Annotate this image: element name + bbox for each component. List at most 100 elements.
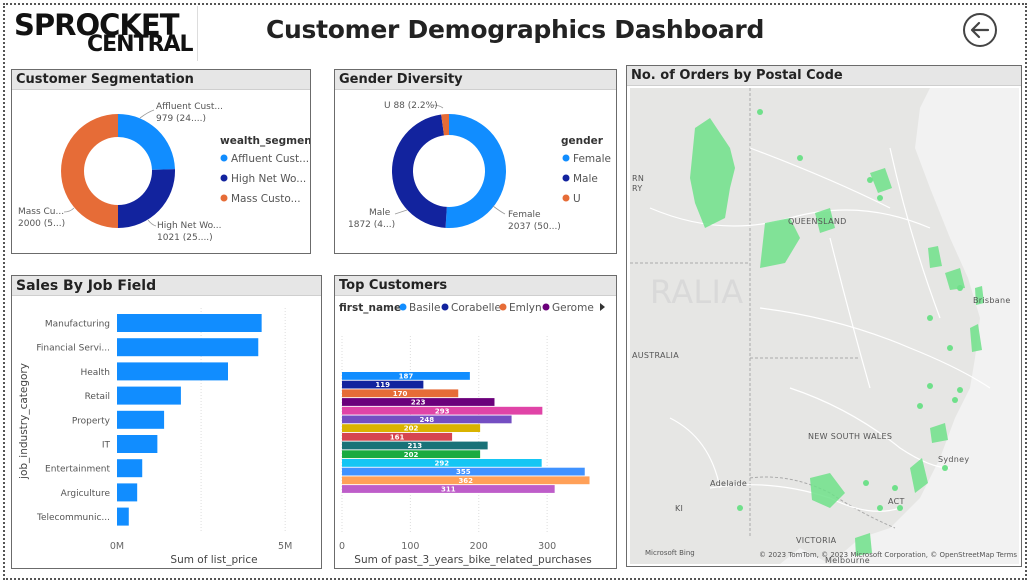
order-point-7 <box>892 485 898 491</box>
legend-item-0: Affluent Cust... <box>231 153 309 165</box>
page-title: Customer Demographics Dashboard <box>266 15 765 44</box>
act-label: ACT <box>888 497 905 506</box>
mass-value: 2000 (5...) <box>18 219 65 229</box>
top-legend-dot-3 <box>542 303 550 311</box>
job-bar-1 <box>117 338 259 357</box>
top-customer-value-1: 119 <box>375 381 390 389</box>
top-customer-value-8: 213 <box>408 442 423 450</box>
gender-diversity-card: Gender Diversity U 88 (2.2%) Male 1872 (4.… <box>334 69 617 254</box>
top-customer-value-11: 355 <box>456 468 471 476</box>
top-legend-title: first_name <box>339 302 401 314</box>
order-cluster-8 <box>930 423 948 443</box>
job-bar-3 <box>117 386 181 405</box>
order-point-11 <box>863 480 869 486</box>
job-category-label-1: Financial Servi... <box>36 344 110 354</box>
job-bar-8 <box>117 507 129 526</box>
u-label: U 88 (2.2%) <box>384 101 438 111</box>
victoria-label: VICTORIA <box>796 536 837 545</box>
order-point-3 <box>877 195 883 201</box>
gender-slice-1 <box>391 114 447 228</box>
job-category-label-3: Retail <box>85 392 110 402</box>
back-arrow-icon[interactable] <box>962 12 998 48</box>
gender-diversity-donut[interactable]: U 88 (2.2%) Male 1872 (4...) Female 2037 (50… <box>335 70 616 253</box>
brisbane-label: Brisbane <box>973 296 1011 305</box>
legend-scroll-right-icon <box>600 303 605 311</box>
gender-legend-item-0: Female <box>573 153 611 165</box>
ry-label: RY <box>632 184 643 193</box>
job-category-label-5: IT <box>102 441 111 451</box>
job-x-axis-label: Sum of list_price <box>170 554 257 566</box>
top-customer-value-4: 293 <box>435 407 450 415</box>
order-point-2 <box>867 177 873 183</box>
top-tick-3: 300 <box>538 541 556 552</box>
logo-line-2: CENTRAL <box>87 32 194 57</box>
top-tick-2: 200 <box>470 541 488 552</box>
affluent-label: Affluent Cust... <box>156 102 223 112</box>
top-tick-1: 100 <box>401 541 419 552</box>
male-value: 1872 (4...) <box>348 220 395 230</box>
job-tick-0: 0M <box>110 541 124 552</box>
job-category-label-4: Property <box>72 416 111 426</box>
job-bar-2 <box>117 362 228 381</box>
top-customer-value-3: 223 <box>411 399 426 407</box>
order-point-0 <box>757 109 763 115</box>
order-point-1 <box>797 155 803 161</box>
gender-legend-title: gender <box>561 135 604 147</box>
top-customers-chart[interactable]: first_name Basile Corabelle Emlyn Gerome 187 1… <box>335 276 616 568</box>
female-label: Female <box>508 210 541 220</box>
order-point-12 <box>877 505 883 511</box>
road-5 <box>669 417 721 489</box>
australia-label: AUSTRALIA <box>632 351 679 360</box>
job-tick-1: 5M <box>278 541 292 552</box>
legend-dot-2 <box>220 194 228 202</box>
adelaide-label: Adelaide <box>710 479 747 488</box>
top-legend-item-0: Basile <box>409 302 440 314</box>
order-point-14 <box>737 505 743 511</box>
job-category-label-2: Health <box>80 368 110 378</box>
logo-divider <box>197 6 198 61</box>
male-label: Male <box>369 208 391 218</box>
job-bar-4 <box>117 410 165 429</box>
legend-item-2: Mass Custo... <box>231 193 301 205</box>
mass-leader <box>63 207 75 213</box>
job-bar-6 <box>117 459 143 478</box>
map-copyright[interactable]: © 2023 TomTom, © 2023 Microsoft Corporat… <box>759 551 1017 559</box>
job-bar-7 <box>117 483 138 502</box>
top-x-axis-label: Sum of past_3_years_bike_related_purchas… <box>354 554 591 566</box>
hnw-value: 1021 (25....) <box>157 233 213 243</box>
top-legend-item-3: Gerome <box>552 302 594 314</box>
gender-legend-dot-1 <box>562 174 570 182</box>
segment-slice-1 <box>118 169 176 228</box>
sydney-label: Sydney <box>938 455 969 464</box>
top-customer-value-12: 362 <box>458 477 473 485</box>
top-customer-value-9: 202 <box>404 451 419 459</box>
top-legend-dot-0 <box>399 303 407 311</box>
gender-legend-dot-2 <box>562 194 570 202</box>
legend-item-1: High Net Wo... <box>231 173 306 185</box>
order-point-16 <box>927 383 933 389</box>
ralia-label: RALIA <box>650 273 743 311</box>
australia-map[interactable]: QUEENSLAND Brisbane AUSTRALIA NEW SOUTH WAL… <box>630 88 1019 564</box>
top-customer-value-2: 170 <box>393 390 408 398</box>
top-tick-0: 0 <box>339 541 345 552</box>
male-leader <box>394 209 408 215</box>
ocean-area <box>830 88 1019 564</box>
female-leader <box>492 205 506 215</box>
top-customer-value-13: 311 <box>441 486 456 494</box>
job-category-label-0: Manufacturing <box>45 320 110 330</box>
orders-by-postal-code-card: No. of Orders by Postal Code QUEENSLAND B… <box>626 65 1022 567</box>
order-cluster-4 <box>928 246 942 268</box>
sprocket-central-logo: SPROCKET CENTRAL <box>14 8 194 58</box>
bing-credit: Microsoft Bing <box>645 549 695 557</box>
job-category-label-6: Entertainment <box>45 465 110 475</box>
order-point-5 <box>947 345 953 351</box>
sales-by-job-field-chart[interactable]: Manufacturing Financial Servi... Health Ret… <box>12 276 321 568</box>
top-legend-dot-2 <box>499 303 507 311</box>
rn-label: RN <box>632 174 644 183</box>
order-point-13 <box>957 285 963 291</box>
job-y-axis-label: job_industry_category <box>18 363 30 480</box>
sales-by-job-field-card: Sales By Job Field Manufacturing Financia… <box>11 275 322 569</box>
customer-segmentation-donut[interactable]: Affluent Cust... 979 (24....) High Net Wo.… <box>12 70 310 253</box>
queensland-label: QUEENSLAND <box>788 217 847 226</box>
orders-by-postal-code-title: No. of Orders by Postal Code <box>627 66 1021 86</box>
